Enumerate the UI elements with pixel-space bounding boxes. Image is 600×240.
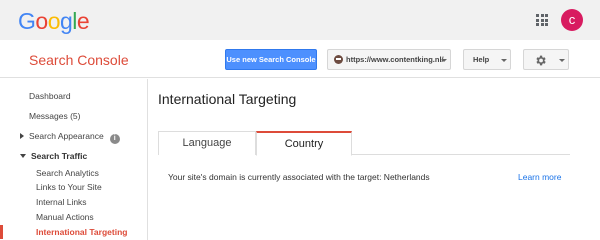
sidebar: Dashboard Messages (5) Search Appearance… bbox=[0, 79, 148, 240]
caret-down-icon bbox=[441, 59, 447, 62]
settings-button[interactable] bbox=[523, 49, 569, 70]
use-new-search-console-button[interactable]: Use new Search Console bbox=[225, 49, 317, 70]
logo-letter: g bbox=[59, 8, 73, 34]
active-indicator bbox=[0, 225, 3, 239]
help-button[interactable]: Help bbox=[463, 49, 511, 70]
tab-bar: Language Country bbox=[158, 131, 570, 156]
site-favicon-icon bbox=[334, 55, 343, 64]
sidebar-item-manual-actions[interactable]: Manual Actions bbox=[36, 212, 94, 222]
sidebar-item-messages[interactable]: Messages (5) bbox=[29, 111, 81, 121]
learn-more-link[interactable]: Learn more bbox=[518, 172, 561, 182]
collapse-arrow-icon bbox=[20, 154, 26, 158]
info-icon[interactable]: i bbox=[109, 134, 120, 144]
sidebar-item-international-targeting[interactable]: International Targeting bbox=[36, 227, 127, 237]
logo-letter: o bbox=[35, 8, 48, 34]
apps-grid-icon[interactable] bbox=[536, 14, 548, 26]
sidebar-item-label: Search Traffic bbox=[31, 151, 88, 161]
targeting-message: Your site's domain is currently associat… bbox=[168, 172, 430, 182]
site-selector[interactable]: https://www.contentking.nl/ bbox=[327, 49, 451, 70]
sidebar-item-label: Search Appearance bbox=[29, 131, 104, 141]
sidebar-item-dashboard[interactable]: Dashboard bbox=[29, 91, 71, 101]
help-label: Help bbox=[473, 55, 490, 64]
sidebar-item-search-appearance[interactable]: Search Appearance i bbox=[20, 131, 120, 144]
google-logo[interactable]: Google bbox=[18, 8, 90, 35]
logo-letter: G bbox=[18, 8, 36, 34]
tab-country[interactable]: Country bbox=[256, 131, 352, 156]
google-bar: Google c bbox=[0, 0, 600, 40]
site-selector-label: https://www.contentking.nl/ bbox=[346, 55, 444, 64]
caret-down-icon bbox=[559, 59, 565, 62]
tab-language[interactable]: Language bbox=[158, 131, 256, 155]
page-title: International Targeting bbox=[158, 91, 297, 107]
sidebar-item-search-analytics[interactable]: Search Analytics bbox=[36, 168, 99, 178]
gear-icon bbox=[536, 55, 546, 66]
logo-letter: e bbox=[76, 8, 90, 34]
sidebar-item-search-traffic[interactable]: Search Traffic bbox=[20, 151, 87, 161]
expand-arrow-icon bbox=[20, 133, 24, 139]
sidebar-item-internal-links[interactable]: Internal Links bbox=[36, 197, 87, 207]
caret-down-icon bbox=[501, 59, 507, 62]
sidebar-item-links-to-your-site[interactable]: Links to Your Site bbox=[36, 182, 102, 192]
logo-letter: o bbox=[47, 8, 61, 34]
header-bar: Search Console Use new Search Console ht… bbox=[0, 40, 600, 78]
avatar[interactable]: c bbox=[561, 9, 583, 31]
product-title[interactable]: Search Console bbox=[29, 52, 129, 68]
